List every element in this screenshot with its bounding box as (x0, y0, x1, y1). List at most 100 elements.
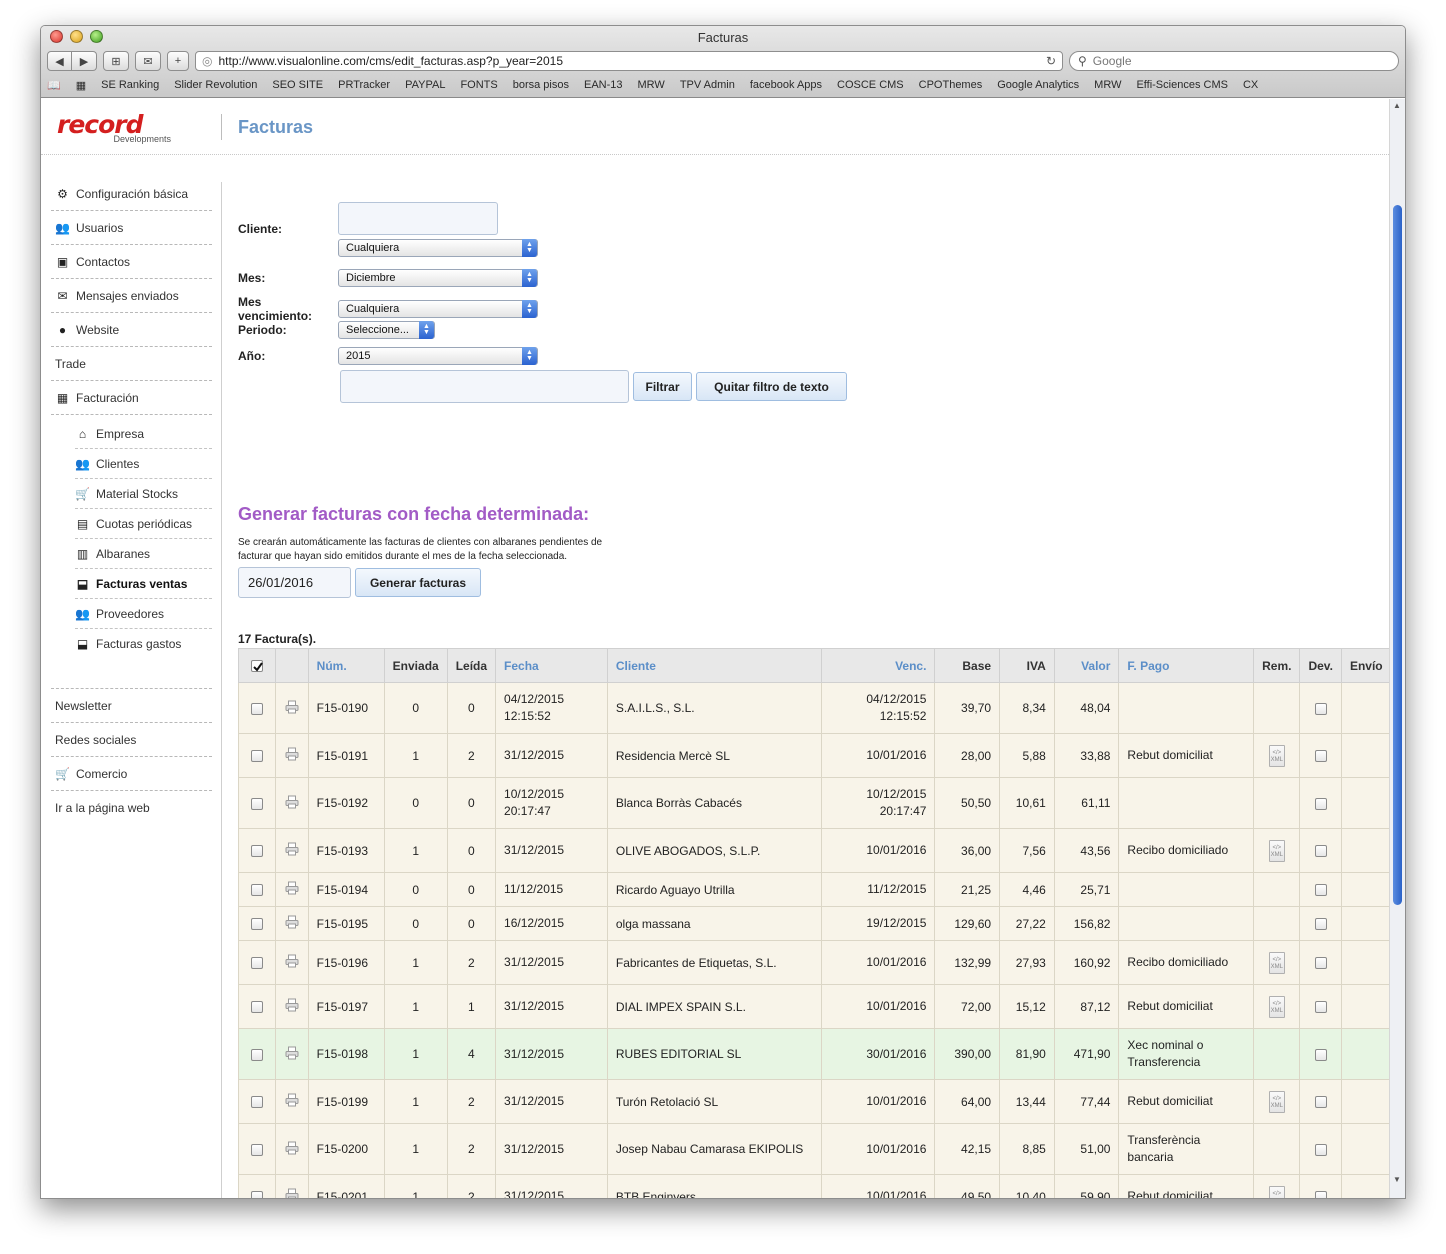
devolucion-checkbox[interactable] (1314, 750, 1327, 763)
xml-file-icon[interactable]: </>XML (1268, 1090, 1285, 1113)
company-logo[interactable]: record Developments (57, 112, 177, 144)
printer-icon[interactable] (285, 747, 299, 761)
sidebar-subitem-cuotas[interactable]: ▤ Cuotas periódicas (75, 509, 212, 539)
xml-file-icon[interactable]: </>XML (1268, 839, 1285, 862)
reload-icon[interactable]: ↻ (1046, 54, 1056, 68)
bookmark-item[interactable]: facebook Apps (750, 79, 822, 91)
row-checkbox[interactable] (250, 918, 263, 931)
printer-icon[interactable] (285, 1188, 299, 1198)
mes-vencimiento-select[interactable]: Cualquiera ▲ ▼ (338, 300, 538, 318)
printer-icon[interactable] (285, 881, 299, 895)
row-checkbox[interactable] (250, 750, 263, 763)
devolucion-checkbox[interactable] (1314, 957, 1327, 970)
bookmark-item[interactable]: SE Ranking (101, 79, 159, 91)
col-venc-header[interactable]: Venc. (820, 648, 936, 683)
cliente-text-input[interactable] (338, 202, 498, 235)
printer-icon[interactable] (285, 842, 299, 856)
sidebar-subitem-facturas-gastos[interactable]: ⬓ Facturas gastos (75, 629, 212, 659)
table-row[interactable]: F15-0191 1 2 31/12/2015 Residencia Mercè SL 1… (238, 733, 1389, 778)
bookmark-item[interactable]: PAYPAL (405, 79, 445, 91)
generar-facturas-button[interactable]: Generar facturas (355, 568, 481, 597)
row-checkbox[interactable] (250, 1048, 263, 1061)
bookmark-item[interactable]: FONTS (460, 79, 497, 91)
printer-icon[interactable] (285, 998, 299, 1012)
sidebar-subitem-proveedores[interactable]: 👥 Proveedores (75, 599, 212, 629)
vertical-scrollbar[interactable]: ▲ ▼ (1389, 99, 1405, 1198)
anio-select[interactable]: 2015 ▲ ▼ (338, 347, 538, 365)
col-fecha-header[interactable]: Fecha (495, 648, 608, 683)
scrollbar-thumb[interactable] (1393, 205, 1402, 905)
printer-icon[interactable] (285, 1046, 299, 1060)
row-checkbox[interactable] (250, 1096, 263, 1109)
filtrar-button[interactable]: Filtrar (633, 372, 692, 401)
bookmark-item[interactable]: SEO SITE (272, 79, 323, 91)
sidebar-item-trade[interactable]: Trade (51, 347, 212, 381)
table-row[interactable]: F15-0196 1 2 31/12/2015 Fabricantes de Etiqu… (238, 940, 1389, 985)
mail-page-button[interactable]: ✉ (135, 51, 161, 71)
mes-select[interactable]: Diciembre ▲ ▼ (338, 269, 538, 287)
sidebar-item-mensajes[interactable]: ✉ Mensajes enviados (51, 279, 212, 313)
bookmark-item[interactable]: MRW (638, 79, 665, 91)
bookmark-item[interactable]: COSCE CMS (837, 79, 904, 91)
table-row[interactable]: F15-0198 1 4 31/12/2015 RUBES EDITORIAL SL 30… (238, 1028, 1389, 1080)
generate-date-input[interactable]: 26/01/2016 (238, 567, 351, 598)
printer-icon[interactable] (285, 1141, 299, 1155)
col-fpago-header[interactable]: F. Pago (1118, 648, 1255, 683)
table-row[interactable]: F15-0201 1 2 31/12/2015 BTB Enginyers 10/01/2… (238, 1174, 1389, 1198)
select-all-header[interactable] (238, 648, 276, 683)
sidebar-subitem-clientes[interactable]: 👥 Clientes (75, 449, 212, 479)
printer-icon[interactable] (285, 915, 299, 929)
quitar-filtro-button[interactable]: Quitar filtro de texto (696, 372, 847, 401)
devolucion-checkbox[interactable] (1314, 918, 1327, 931)
scroll-down-arrow-icon[interactable]: ▼ (1393, 1175, 1401, 1184)
sidebar-subitem-facturas-ventas[interactable]: ⬓ Facturas ventas (75, 569, 212, 599)
sidebar-item-facturacion[interactable]: ▦ Facturación (51, 381, 212, 415)
row-checkbox[interactable] (250, 957, 263, 970)
devolucion-checkbox[interactable] (1314, 845, 1327, 858)
printer-icon[interactable] (285, 700, 299, 714)
table-row[interactable]: F15-0190 0 0 04/12/2015 12:15:52 S.A.I.L.S., … (238, 682, 1389, 734)
table-row[interactable]: F15-0197 1 1 31/12/2015 DIAL IMPEX SPAIN S.L… (238, 984, 1389, 1029)
forward-button[interactable]: ▶ (72, 51, 97, 71)
row-checkbox[interactable] (250, 884, 263, 897)
cliente-select[interactable]: Cualquiera ▲ ▼ (338, 239, 538, 257)
bookmark-item[interactable]: Slider Revolution (174, 79, 257, 91)
bookmark-item[interactable]: borsa pisos (513, 79, 569, 91)
table-row[interactable]: F15-0192 0 0 10/12/2015 20:17:47 Blanca Borrà… (238, 777, 1389, 829)
bookmark-item[interactable]: EAN-13 (584, 79, 623, 91)
printer-icon[interactable] (285, 795, 299, 809)
col-valor-header[interactable]: Valor (1053, 648, 1120, 683)
col-cliente-header[interactable]: Cliente (606, 648, 822, 683)
sidebar-item-configuracion[interactable]: ⚙ Configuración básica (51, 177, 212, 211)
top-sites-grid-icon[interactable]: ▦ (76, 79, 86, 92)
bookmark-item[interactable]: Effi-Sciences CMS (1136, 79, 1228, 91)
bookmark-add-button[interactable]: ⊞ (103, 51, 129, 71)
sidebar-subitem-material-stocks[interactable]: 🛒 Material Stocks (75, 479, 212, 509)
xml-file-icon[interactable]: </>XML (1268, 951, 1285, 974)
sidebar-item-ir-web[interactable]: Ir a la página web (51, 791, 212, 825)
devolucion-checkbox[interactable] (1314, 702, 1327, 715)
row-checkbox[interactable] (250, 1001, 263, 1014)
row-checkbox[interactable] (250, 845, 263, 858)
row-checkbox[interactable] (250, 797, 263, 810)
periodo-select[interactable]: Seleccione... ▲ ▼ (338, 321, 435, 339)
devolucion-checkbox[interactable] (1314, 1048, 1327, 1061)
sidebar-subitem-albaranes[interactable]: ▥ Albaranes (75, 539, 212, 569)
table-row[interactable]: F15-0194 0 0 11/12/2015 Ricardo Aguayo Utril… (238, 872, 1389, 907)
devolucion-checkbox[interactable] (1314, 1001, 1327, 1014)
table-row[interactable]: F15-0200 1 2 31/12/2015 Josep Nabau Camarasa… (238, 1123, 1389, 1175)
table-row[interactable]: F15-0193 1 0 31/12/2015 OLIVE ABOGADOS, S.L.… (238, 828, 1389, 873)
sidebar-subitem-empresa[interactable]: ⌂ Empresa (75, 419, 212, 449)
sidebar-item-comercio[interactable]: 🛒 Comercio (51, 757, 212, 791)
printer-icon[interactable] (285, 954, 299, 968)
devolucion-checkbox[interactable] (1314, 797, 1327, 810)
text-filter-input[interactable] (340, 370, 629, 403)
search-field[interactable]: ⚲ Google (1069, 51, 1399, 71)
devolucion-checkbox[interactable] (1314, 1096, 1327, 1109)
bookmark-item[interactable]: PRTracker (338, 79, 390, 91)
col-num-header[interactable]: Núm. (307, 648, 385, 683)
reading-list-icon[interactable]: 📖 (47, 79, 61, 92)
bookmark-item[interactable]: MRW (1094, 79, 1121, 91)
bookmark-item[interactable]: CX (1243, 79, 1258, 91)
bookmark-item[interactable]: Google Analytics (997, 79, 1079, 91)
